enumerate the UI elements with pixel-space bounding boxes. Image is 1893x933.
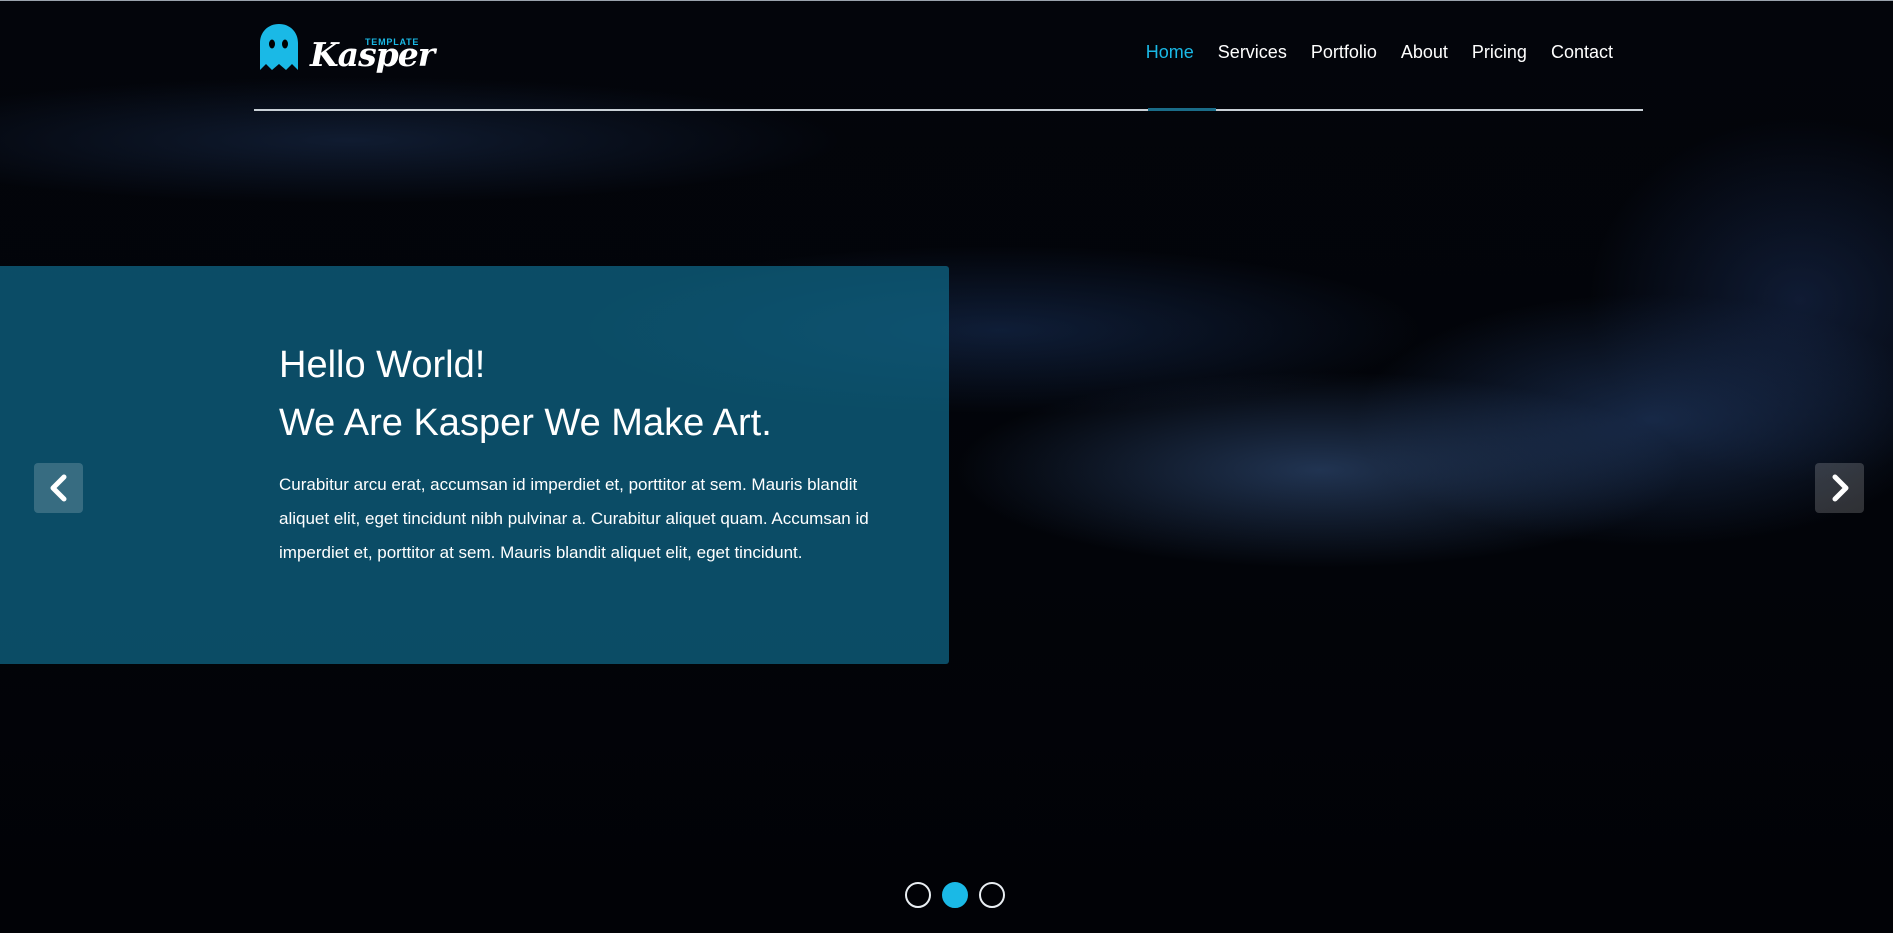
nav-item-pricing[interactable]: Pricing xyxy=(1460,40,1539,64)
slide-title: Hello World! We Are Kasper We Make Art. xyxy=(279,336,919,452)
logo-wordmark: Kasper xyxy=(310,35,435,74)
active-nav-underline xyxy=(1148,108,1216,111)
ghost-icon xyxy=(260,24,298,70)
logo[interactable]: TEMPLATE Kasper xyxy=(260,24,435,76)
nav-item-about[interactable]: About xyxy=(1389,40,1460,64)
carousel-indicator-3[interactable] xyxy=(979,882,1005,908)
header-divider xyxy=(254,109,1643,111)
chevron-left-icon xyxy=(50,474,66,502)
nav-item-contact[interactable]: Contact xyxy=(1539,40,1625,64)
nav-item-services[interactable]: Services xyxy=(1206,40,1299,64)
nav-item-home[interactable]: Home xyxy=(1134,40,1206,64)
carousel-indicator-2[interactable] xyxy=(942,882,968,908)
slide-title-line-1: Hello World! xyxy=(279,344,486,386)
carousel-indicator-1[interactable] xyxy=(905,882,931,908)
nav-item-portfolio[interactable]: Portfolio xyxy=(1299,40,1389,64)
slide-caption-box xyxy=(0,266,949,664)
carousel-indicators xyxy=(905,882,1005,908)
main-nav: Home Services Portfolio About Pricing Co… xyxy=(1134,40,1625,64)
carousel-next-button[interactable] xyxy=(1815,463,1864,513)
chevron-right-icon xyxy=(1832,474,1848,502)
slide-description: Curabitur arcu erat, accumsan id imperdi… xyxy=(279,475,869,562)
site-header: TEMPLATE Kasper Home Services Portfolio … xyxy=(254,0,1643,111)
slide-title-line-2: We Are Kasper We Make Art. xyxy=(279,402,772,444)
carousel-prev-button[interactable] xyxy=(34,463,83,513)
